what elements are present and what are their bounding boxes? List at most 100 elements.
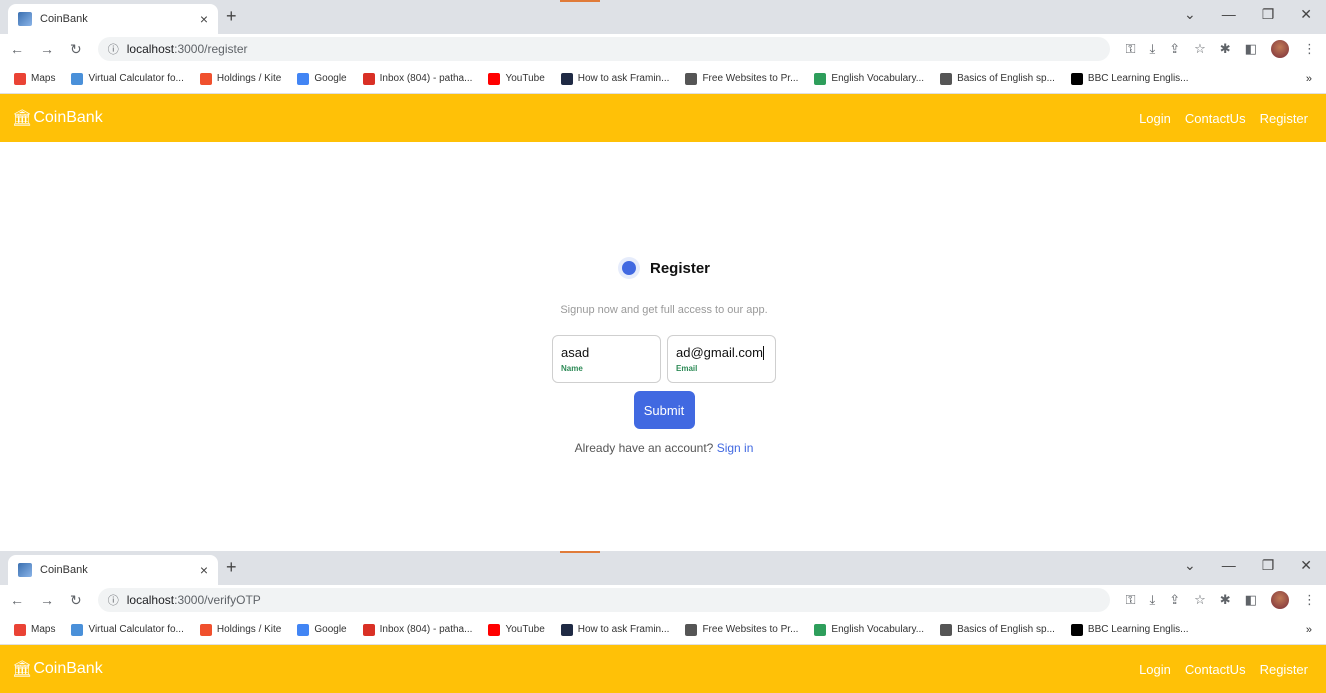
bookmark-item[interactable]: Free Websites to Pr... — [685, 623, 798, 636]
signin-link[interactable]: Sign in — [717, 441, 754, 455]
back-arrow-icon[interactable]: ← — [10, 592, 24, 609]
bookmark-item[interactable]: YouTube — [488, 623, 545, 636]
bookmarks-bar: Maps Virtual Calculator fo... Holdings / K… — [0, 64, 1326, 94]
bookmark-label: Google — [314, 73, 347, 84]
tab-search-icon[interactable]: ⌄ — [1184, 557, 1196, 574]
brand-logo[interactable]: 🏛 CoinBank — [12, 108, 103, 128]
bookmark-item[interactable]: Google — [297, 623, 347, 636]
bookmark-label: Google — [314, 624, 347, 635]
bookmark-item[interactable]: BBC Learning Englis... — [1070, 623, 1189, 636]
name-field[interactable]: asad Name — [552, 335, 661, 383]
kite-icon — [199, 623, 212, 636]
share-icon[interactable]: ⇪ — [1169, 41, 1180, 57]
bookmarks-overflow-button[interactable]: » — [1306, 624, 1312, 636]
install-icon[interactable]: ⤓ — [1149, 592, 1155, 608]
reload-icon[interactable]: ↻ — [70, 41, 82, 58]
youtube-icon — [488, 623, 501, 636]
tab-search-icon[interactable]: ⌄ — [1184, 6, 1196, 23]
bookmark-item[interactable]: How to ask Framin... — [560, 623, 669, 636]
nav-login-link[interactable]: Login — [1139, 662, 1171, 677]
profile-avatar[interactable] — [1271, 40, 1289, 58]
site-info-icon[interactable]: ⓘ — [108, 41, 119, 57]
bookmark-item[interactable]: Holdings / Kite — [199, 623, 282, 636]
email-field[interactable]: ad@gmail.com Email — [667, 335, 776, 383]
bookmark-item[interactable]: Virtual Calculator fo... — [71, 623, 184, 636]
menu-kebab-icon[interactable]: ⋮ — [1303, 41, 1316, 57]
side-panel-icon[interactable]: ◧ — [1245, 41, 1257, 57]
close-window-button[interactable]: ✕ — [1300, 6, 1312, 23]
bookmark-item[interactable]: How to ask Framin... — [560, 72, 669, 85]
key-icon[interactable]: ⚿ — [1126, 41, 1136, 57]
bookmark-item[interactable]: YouTube — [488, 72, 545, 85]
bbc-icon — [1070, 72, 1083, 85]
minimize-button[interactable]: — — [1222, 6, 1236, 23]
minimize-button[interactable]: — — [1222, 557, 1236, 574]
web-icon — [685, 623, 698, 636]
bookmark-item[interactable]: Inbox (804) - patha... — [362, 623, 472, 636]
nav-contact-link[interactable]: ContactUs — [1185, 662, 1246, 677]
bookmark-item[interactable]: BBC Learning Englis... — [1070, 72, 1189, 85]
browser-tab[interactable]: CoinBank × — [8, 555, 218, 585]
brand-name: CoinBank — [33, 660, 103, 677]
bookmark-dark-icon — [560, 72, 573, 85]
bookmark-item[interactable]: Holdings / Kite — [199, 72, 281, 85]
bookmark-star-icon[interactable]: ☆ — [1194, 41, 1206, 57]
name-input-value[interactable]: asad — [561, 345, 589, 360]
bookmark-item[interactable]: Maps — [14, 623, 55, 636]
profile-avatar[interactable] — [1271, 591, 1289, 609]
install-icon[interactable]: ⤓ — [1149, 41, 1155, 57]
brand-logo[interactable]: 🏛 CoinBank — [12, 659, 103, 679]
tab-close-icon[interactable]: × — [200, 11, 208, 27]
brand-name: CoinBank — [33, 109, 103, 126]
bookmark-item[interactable]: Basics of English sp... — [940, 623, 1055, 636]
bookmark-item[interactable]: Free Websites to Pr... — [685, 72, 798, 85]
menu-kebab-icon[interactable]: ⋮ — [1303, 592, 1316, 608]
bookmark-item[interactable]: Basics of English sp... — [940, 72, 1055, 85]
bookmark-star-icon[interactable]: ☆ — [1194, 592, 1206, 608]
new-tab-button[interactable]: + — [226, 6, 237, 27]
close-window-button[interactable]: ✕ — [1300, 557, 1312, 574]
email-input-value[interactable]: ad@gmail.com — [676, 345, 763, 360]
youtube-icon — [488, 72, 501, 85]
side-panel-icon[interactable]: ◧ — [1245, 592, 1257, 608]
bookmark-item[interactable]: Virtual Calculator fo... — [71, 72, 184, 85]
browser-window-register: CoinBank × + ⌄ — ❐ ✕ ← → ↻ ⓘ localhost :… — [0, 0, 1326, 142]
bookmarks-overflow-button[interactable]: » — [1306, 73, 1312, 85]
nav-login-link[interactable]: Login — [1139, 111, 1171, 126]
calculator-icon — [71, 72, 84, 85]
bookmark-label: YouTube — [505, 624, 545, 635]
maps-pin-icon — [14, 72, 26, 85]
share-icon[interactable]: ⇪ — [1169, 592, 1180, 608]
address-bar[interactable]: ⓘ localhost :3000/verifyOTP — [97, 588, 1110, 612]
browser-tab[interactable]: CoinBank × — [8, 4, 218, 34]
forward-arrow-icon[interactable]: → — [40, 592, 54, 609]
web-icon — [685, 72, 698, 85]
maps-pin-icon — [14, 623, 26, 636]
new-tab-button[interactable]: + — [226, 557, 237, 578]
forward-arrow-icon[interactable]: → — [40, 41, 54, 58]
restore-button[interactable]: ❐ — [1262, 557, 1275, 574]
key-icon[interactable]: ⚿ — [1126, 592, 1136, 608]
back-arrow-icon[interactable]: ← — [10, 41, 24, 58]
nav-contact-link[interactable]: ContactUs — [1185, 111, 1246, 126]
bookmark-item[interactable]: Maps — [14, 72, 55, 85]
tab-close-icon[interactable]: × — [200, 562, 208, 578]
submit-button[interactable]: Submit — [633, 391, 695, 429]
url-host: localhost — [126, 42, 175, 56]
extensions-icon[interactable]: ✱ — [1220, 592, 1231, 608]
restore-button[interactable]: ❐ — [1262, 6, 1275, 23]
reload-icon[interactable]: ↻ — [70, 592, 82, 609]
bookmark-item[interactable]: Inbox (804) - patha... — [362, 72, 472, 85]
bookmark-item[interactable]: English Vocabulary... — [814, 623, 924, 636]
bbc-icon — [1070, 623, 1083, 636]
google-icon — [297, 623, 310, 636]
nav-register-link[interactable]: Register — [1260, 662, 1308, 677]
email-label: Email — [676, 364, 698, 373]
address-bar[interactable]: ⓘ localhost :3000/register — [97, 37, 1110, 61]
nav-register-link[interactable]: Register — [1260, 111, 1308, 126]
site-info-icon[interactable]: ⓘ — [108, 592, 119, 608]
bookmark-item[interactable]: Google — [297, 72, 347, 85]
bookmark-item[interactable]: English Vocabulary... — [814, 72, 924, 85]
bookmark-label: Holdings / Kite — [216, 624, 282, 635]
extensions-icon[interactable]: ✱ — [1220, 41, 1231, 57]
